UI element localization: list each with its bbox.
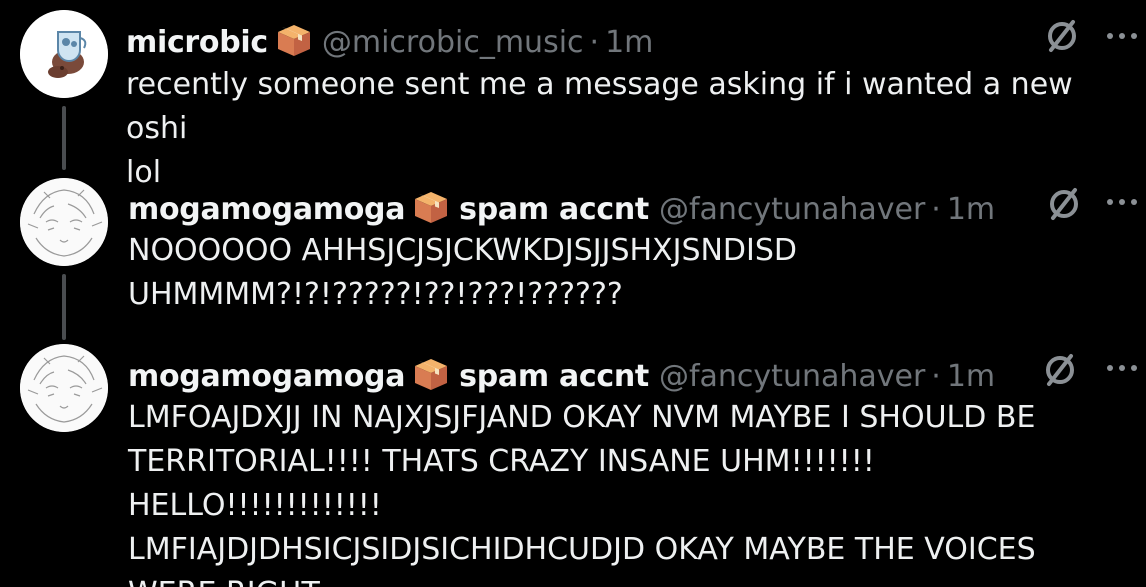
- post-header: mogamogamoga spam accnt @fancytunahaver …: [128, 185, 995, 228]
- display-name[interactable]: mogamogamoga: [128, 192, 405, 228]
- thread: microbic @microbic_music · 1m recently s…: [0, 0, 1146, 587]
- display-name[interactable]: microbic: [126, 25, 268, 61]
- timestamp[interactable]: 1m: [947, 359, 995, 395]
- separator-dot: ·: [931, 192, 941, 227]
- null-set-icon[interactable]: [1044, 184, 1084, 224]
- avatar[interactable]: [20, 10, 108, 98]
- user-handle[interactable]: @fancytunahaver: [659, 192, 925, 228]
- box-emoji-icon: [413, 357, 449, 391]
- null-set-icon[interactable]: [1040, 350, 1080, 390]
- more-options-icon[interactable]: [1102, 192, 1142, 212]
- post-1[interactable]: microbic @microbic_music · 1m recently s…: [0, 0, 1146, 190]
- null-set-icon[interactable]: [1042, 16, 1082, 56]
- post-3[interactable]: mogamogamoga spam accnt @fancytunahaver …: [0, 340, 1146, 587]
- avatar[interactable]: [20, 178, 108, 266]
- post-text: LMFOAJDXJJ IN NAJXJSJFJAND OKAY NVM MAYB…: [128, 400, 1036, 587]
- separator-dot: ·: [931, 359, 941, 394]
- bird-in-teacup-avatar: [20, 10, 108, 98]
- more-options-icon[interactable]: [1102, 26, 1142, 46]
- separator-dot: ·: [589, 25, 600, 60]
- avatar[interactable]: [20, 344, 108, 432]
- display-name-suffix[interactable]: spam accnt: [459, 359, 649, 395]
- post-2[interactable]: mogamogamoga spam accnt @fancytunahaver …: [0, 170, 1146, 340]
- thread-connector: [62, 106, 66, 170]
- post-text: NOOOOOO AHHSJCJSJCKWKDJSJJSHXJSNDISD UHM…: [128, 233, 798, 312]
- user-handle[interactable]: @microbic_music: [322, 25, 584, 61]
- box-emoji-icon: [413, 190, 449, 224]
- timestamp[interactable]: 1m: [605, 25, 653, 61]
- display-name-suffix[interactable]: spam accnt: [459, 192, 649, 228]
- anime-sketch-avatar: [20, 178, 108, 266]
- timestamp[interactable]: 1m: [947, 192, 995, 228]
- more-options-icon[interactable]: [1102, 358, 1142, 378]
- thread-connector: [62, 274, 66, 340]
- anime-sketch-avatar: [20, 344, 108, 432]
- post-header: microbic @microbic_music · 1m: [126, 18, 653, 61]
- display-name[interactable]: mogamogamoga: [128, 359, 405, 395]
- user-handle[interactable]: @fancytunahaver: [659, 359, 925, 395]
- post-header: mogamogamoga spam accnt @fancytunahaver …: [128, 352, 995, 395]
- box-emoji-icon: [276, 23, 312, 57]
